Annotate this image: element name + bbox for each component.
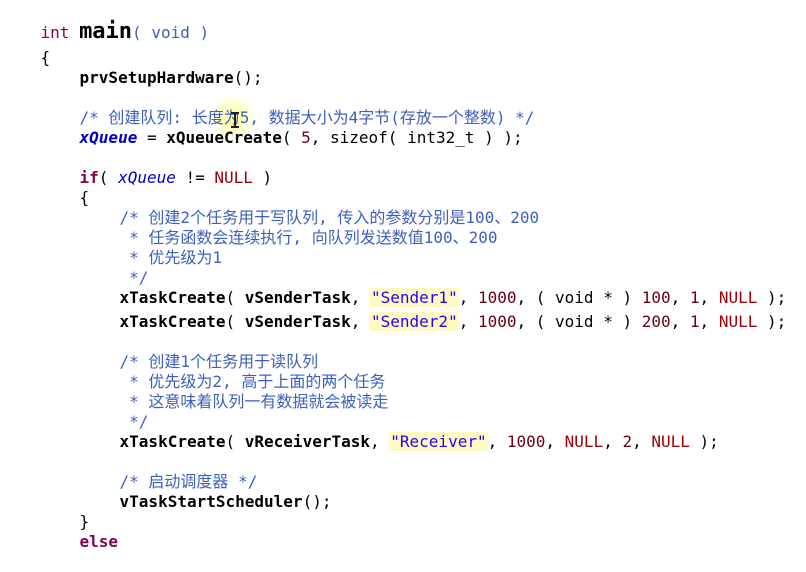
comma: , (699, 312, 719, 331)
variable-xqueue: xQueue (118, 168, 176, 187)
code-line-task-create-sender2: xTaskCreate( vSenderTask, "Sender2", 100… (81, 292, 786, 331)
code-line-comment: * 任务函数会连续执行, 向队列发送数值100、200 (81, 208, 497, 247)
keyword-else: else (79, 532, 119, 551)
text-cursor-icon (231, 112, 239, 128)
main-function-name: main (79, 19, 133, 44)
code-line-open-brace: { (2, 28, 51, 67)
code-editor[interactable]: int main( void ) { prvSetupHardware(); /… (0, 0, 806, 552)
call-punctuation: (); (233, 68, 263, 87)
function-call: xTaskCreate (119, 312, 226, 331)
number-literal: 1000 (506, 432, 546, 451)
comma: , (458, 312, 478, 331)
number-literal: 1 (689, 312, 700, 331)
paren: ) (252, 168, 273, 187)
null-literal: NULL (214, 168, 253, 187)
paren: ( (225, 432, 245, 451)
comma: , (350, 312, 370, 331)
function-call: xTaskCreate (119, 432, 226, 451)
string-literal: "Sender2" (370, 312, 459, 331)
comment-text: * 这意味着队列一有数据就会被读走 (119, 392, 389, 411)
null-literal: NULL (564, 432, 604, 451)
number-literal: 1000 (477, 312, 517, 331)
task-function-arg: vSenderTask (244, 312, 351, 331)
code-line-else: else (41, 512, 119, 551)
operator: != (175, 168, 215, 187)
number-literal: 200 (641, 312, 671, 331)
main-params: ( void ) (132, 23, 210, 42)
function-call: vTaskStartScheduler (119, 492, 303, 511)
code-line-comment: */ (81, 392, 148, 431)
code-line-comment: /* 启动调度器 */ (81, 452, 258, 491)
code-line-comment: /* 创建1个任务用于读队列 (81, 332, 319, 371)
number-literal: 2 (622, 432, 633, 451)
code-line-if: if( xQueue != NULL ) (41, 148, 273, 187)
variable-xqueue: xQueue (79, 128, 138, 147)
paren: ( (225, 312, 245, 331)
cast-expression: , ( void * ) (516, 312, 642, 331)
comma: , (370, 432, 390, 451)
statement-end: ); (757, 312, 787, 331)
code-line-start-scheduler: vTaskStartScheduler(); (81, 472, 332, 511)
task-function-arg: vReceiverTask (244, 432, 370, 451)
code-line-task-create-receiver: xTaskCreate( vReceiverTask, "Receiver", … (81, 412, 719, 451)
null-literal: NULL (651, 432, 690, 451)
comma: , (603, 432, 623, 451)
statement-end: ); (689, 432, 719, 451)
call-punctuation: (); (302, 492, 332, 511)
comma: , (487, 432, 507, 451)
paren: ( (98, 168, 119, 187)
code-line-comment: * 优先级为2, 高于上面的两个任务 (81, 352, 385, 391)
code-line-close-brace: } (41, 492, 90, 531)
code-line-task-create-sender1: xTaskCreate( vSenderTask, "Sender1", 100… (81, 268, 786, 307)
comma: , (670, 312, 690, 331)
comma: , (632, 432, 652, 451)
code-line-open-brace: { (41, 168, 90, 207)
code-line-comment: /* 创建2个任务用于写队列, 传入的参数分别是100、200 (81, 188, 540, 227)
assign-op: = (137, 128, 167, 147)
code-line-comment: * 这意味着队列一有数据就会被读走 (81, 372, 388, 411)
call-args: , sizeof( int32_t ) ); (310, 128, 523, 147)
number-literal: 5 (301, 128, 311, 147)
function-call: xQueueCreate (166, 128, 282, 147)
code-line-queue-create: xQueue = xQueueCreate( 5, sizeof( int32_… (41, 108, 523, 147)
paren: ( (281, 128, 302, 147)
code-line-main-signature: int main( void ) (2, 2, 210, 43)
code-line-comment: /* 创建队列: 长度为5, 数据大小为4字节(存放一个整数) */ (41, 88, 535, 127)
code-line-setup-hardware: prvSetupHardware(); (41, 48, 263, 87)
string-literal: "Receiver" (389, 432, 488, 451)
function-call: prvSetupHardware (79, 68, 234, 87)
comma: , (545, 432, 565, 451)
code-line-comment: */ (81, 248, 148, 287)
code-line-comment: * 优先级为1 (81, 228, 222, 267)
null-literal: NULL (718, 312, 758, 331)
